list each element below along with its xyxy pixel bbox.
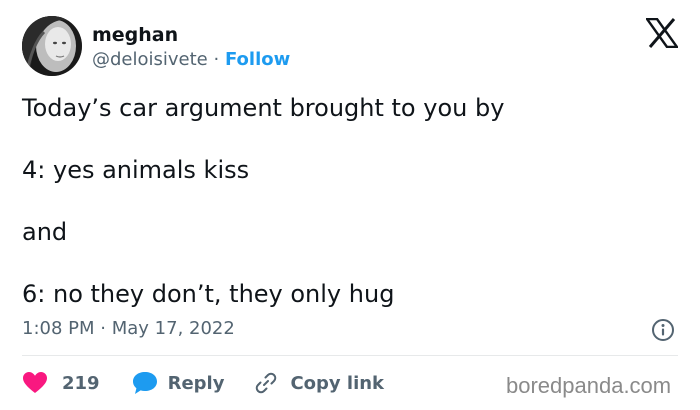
tweet-line: 4: yes animals kiss — [22, 156, 250, 184]
tweet-date: May 17, 2022 — [111, 318, 235, 339]
info-icon[interactable] — [651, 318, 675, 342]
reply-button[interactable]: Reply — [132, 371, 225, 395]
speech-bubble-icon — [132, 371, 158, 395]
copy-link-label: Copy link — [290, 372, 385, 394]
handle-separator: · — [213, 49, 220, 70]
tweet-line: 6: no they don’t, they only hug — [22, 280, 395, 308]
reply-label: Reply — [167, 372, 225, 394]
like-count: 219 — [62, 372, 100, 394]
action-bar: 219 Reply Copy link — [22, 368, 384, 398]
link-icon — [254, 371, 278, 395]
like-button[interactable]: 219 — [22, 371, 100, 395]
follow-button[interactable]: Follow — [225, 49, 290, 70]
x-logo-icon[interactable] — [644, 17, 680, 49]
tweet-text: Today’s car argument brought to you by 4… — [22, 92, 672, 340]
watermark: boredpanda.com — [506, 373, 672, 398]
tweet-line: Today’s car argument brought to you by — [22, 94, 505, 122]
author-handle-row: @deloisivete · Follow — [92, 48, 290, 72]
timestamp-separator: · — [100, 318, 106, 339]
tweet-timestamp[interactable]: 1:08 PM · May 17, 2022 — [22, 317, 235, 341]
author-handle[interactable]: @deloisivete — [92, 49, 208, 70]
tweet-time: 1:08 PM — [22, 318, 95, 339]
avatar[interactable] — [22, 16, 82, 76]
copy-link-button[interactable]: Copy link — [254, 371, 384, 395]
heart-icon — [22, 371, 48, 395]
divider — [22, 355, 678, 356]
tweet-card: meghan @deloisivete · Follow Today’s car… — [0, 0, 700, 410]
tweet-line: and — [22, 218, 68, 246]
author-display-name[interactable]: meghan — [92, 23, 178, 47]
